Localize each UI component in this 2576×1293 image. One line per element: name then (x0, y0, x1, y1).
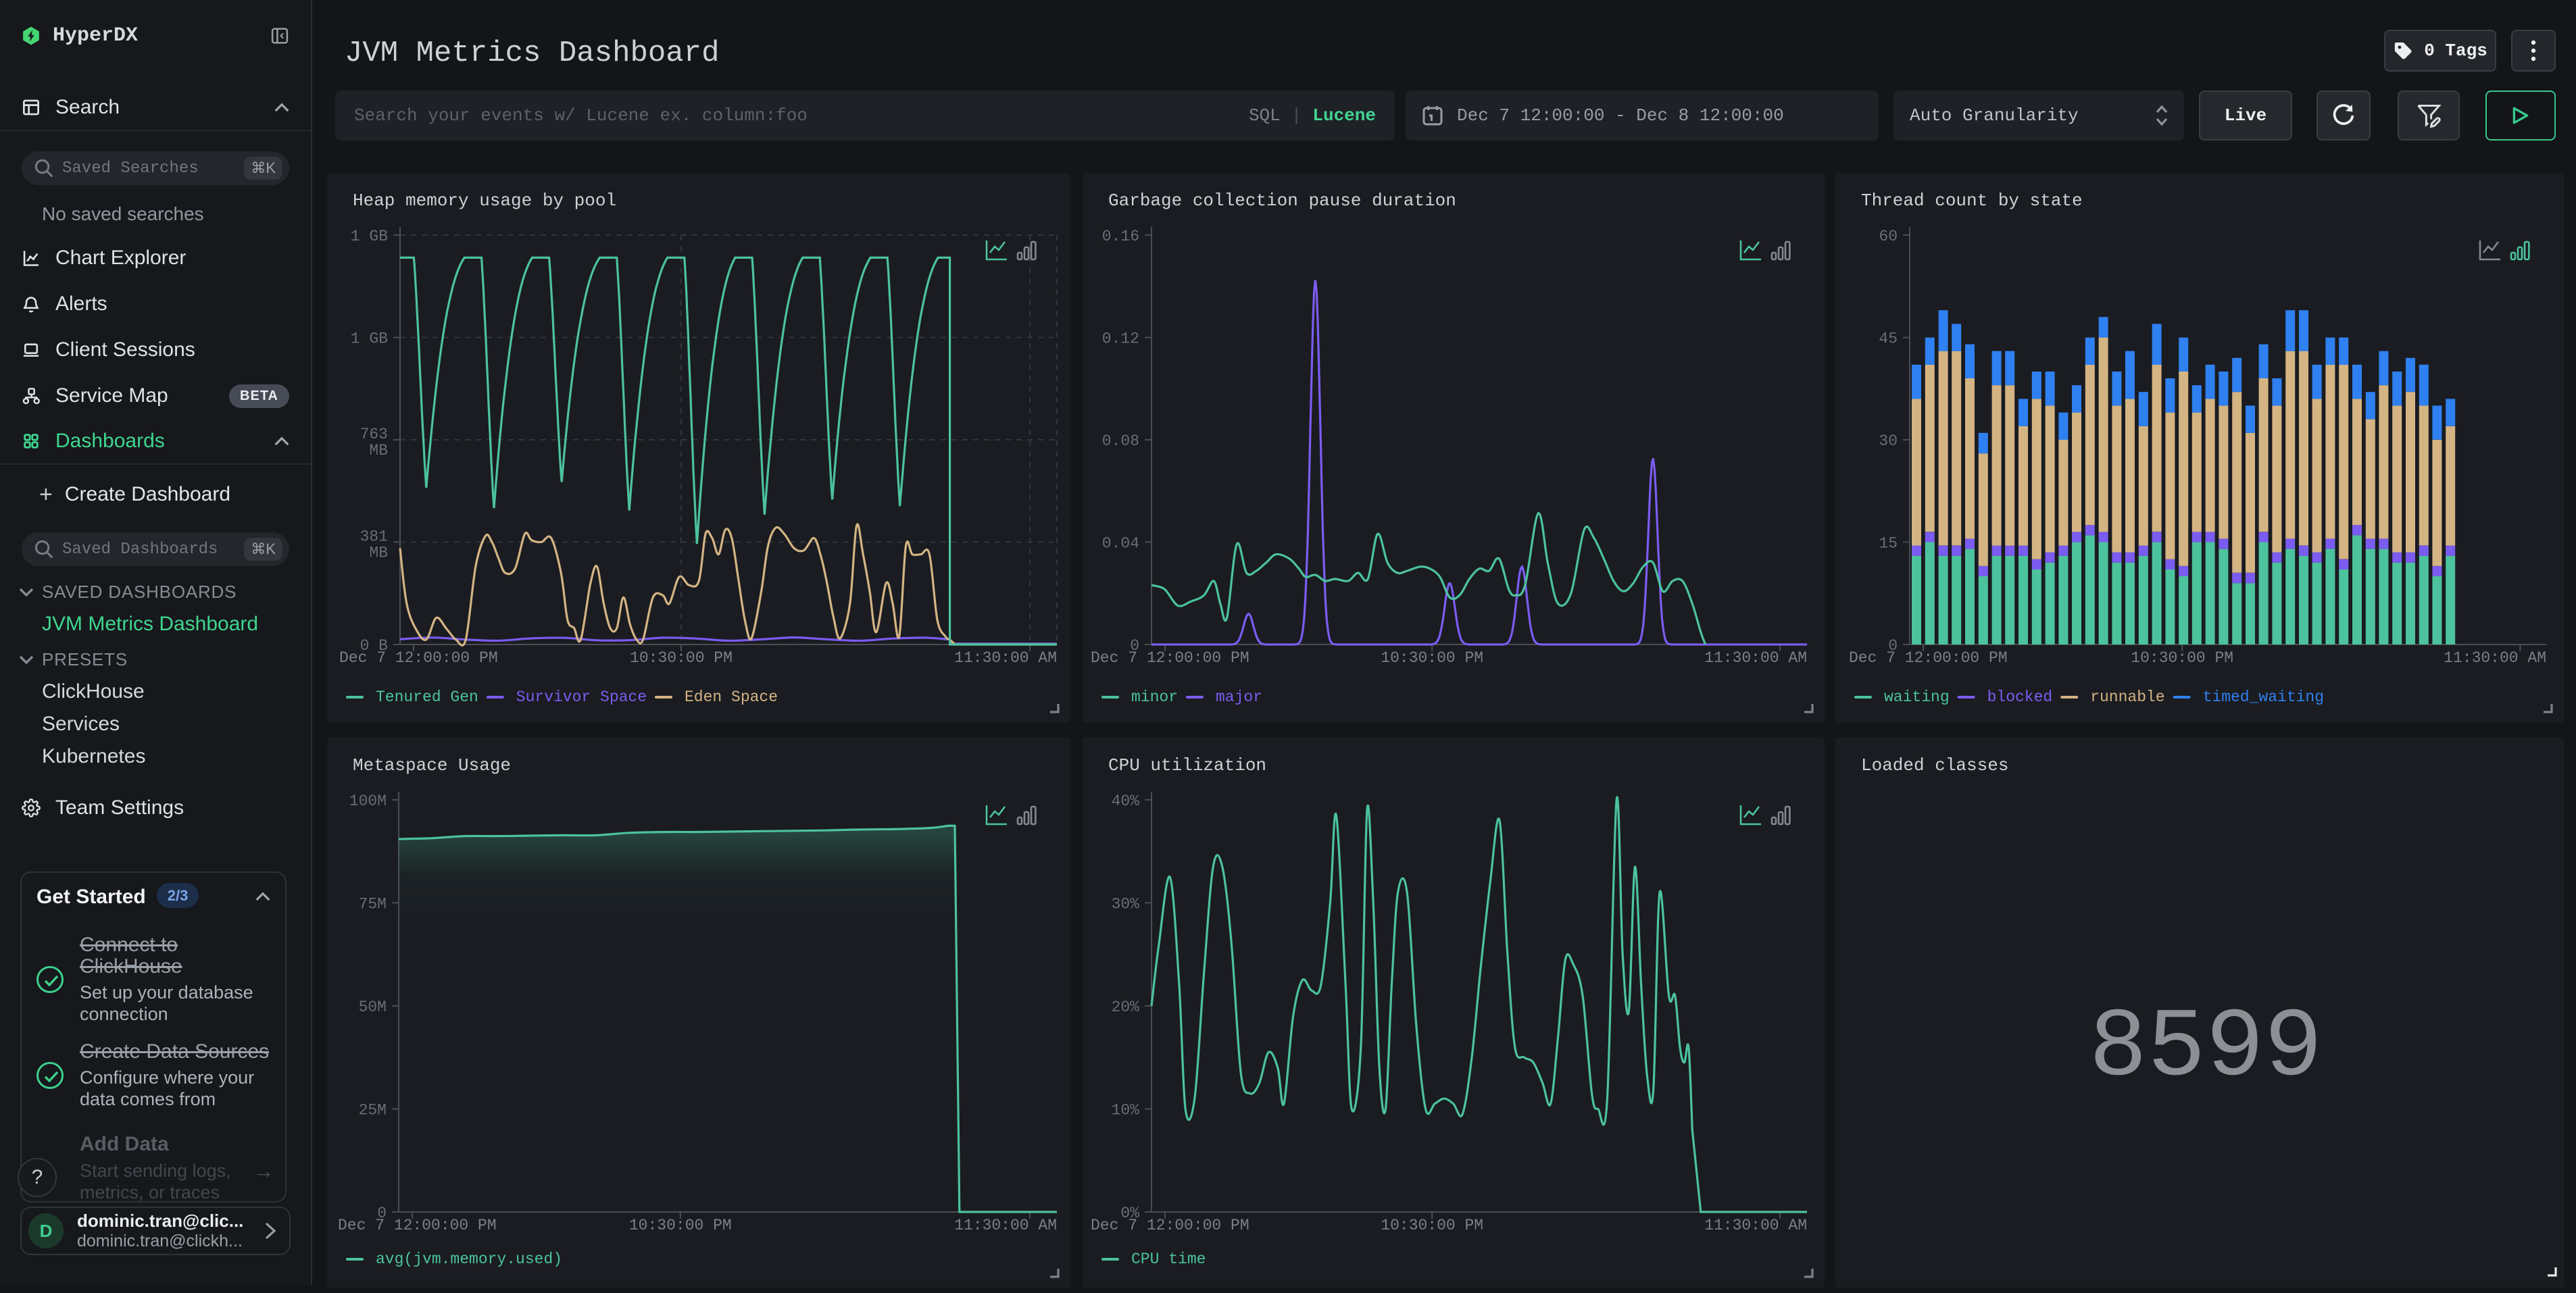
svg-text:MB: MB (369, 544, 388, 561)
svg-text:waiting: waiting (1884, 688, 1950, 706)
svg-text:10:30:00 PM: 10:30:00 PM (630, 649, 733, 667)
svg-text:minor: minor (1131, 688, 1178, 706)
svg-text:10:30:00 PM: 10:30:00 PM (629, 1217, 732, 1234)
svg-text:CPU utilization: CPU utilization (1108, 755, 1266, 776)
svg-text:CPU time: CPU time (1131, 1250, 1206, 1268)
svg-text:40%: 40% (1112, 792, 1140, 810)
svg-text:11:30:00 AM: 11:30:00 AM (2444, 649, 2546, 667)
svg-text:10:30:00 PM: 10:30:00 PM (1381, 649, 1483, 667)
svg-text:11:30:00 AM: 11:30:00 AM (1704, 1217, 1807, 1234)
svg-text:Garbage collection pause durat: Garbage collection pause duration (1108, 191, 1456, 211)
svg-text:381: 381 (360, 528, 388, 545)
svg-text:major: major (1216, 688, 1262, 706)
svg-text:10:30:00 PM: 10:30:00 PM (2131, 649, 2233, 667)
svg-text:Dec 7 12:00:00 PM: Dec 7 12:00:00 PM (339, 649, 498, 667)
svg-text:MB: MB (369, 442, 388, 459)
svg-text:11:30:00 AM: 11:30:00 AM (954, 1217, 1057, 1234)
svg-text:Heap memory usage by pool: Heap memory usage by pool (353, 191, 616, 211)
svg-text:60: 60 (1879, 228, 1898, 245)
svg-text:Loaded classes: Loaded classes (1861, 755, 2008, 776)
svg-text:30: 30 (1879, 432, 1898, 450)
svg-text:1 GB: 1 GB (351, 330, 388, 348)
svg-text:50M: 50M (359, 998, 387, 1016)
svg-text:10:30:00 PM: 10:30:00 PM (1381, 1217, 1483, 1234)
svg-text:Dec 7 12:00:00 PM: Dec 7 12:00:00 PM (1091, 649, 1249, 667)
svg-text:0.04: 0.04 (1102, 534, 1139, 552)
svg-text:100M: 100M (349, 792, 387, 810)
svg-text:Dec 7 12:00:00 PM: Dec 7 12:00:00 PM (338, 1217, 497, 1234)
svg-text:avg(jvm.memory.used): avg(jvm.memory.used) (376, 1250, 562, 1268)
svg-text:15: 15 (1879, 534, 1898, 552)
svg-text:Dec 7 12:00:00 PM: Dec 7 12:00:00 PM (1849, 649, 2008, 667)
svg-text:Thread count by state: Thread count by state (1861, 191, 2083, 211)
svg-text:763: 763 (360, 426, 388, 443)
svg-text:10%: 10% (1112, 1102, 1140, 1119)
svg-text:runnable: runnable (2090, 688, 2164, 706)
svg-text:Survivor Space: Survivor Space (516, 688, 647, 706)
svg-text:Metaspace Usage: Metaspace Usage (353, 755, 511, 776)
svg-text:blocked: blocked (1987, 688, 2053, 706)
svg-text:75M: 75M (359, 895, 387, 913)
svg-text:0.08: 0.08 (1102, 432, 1139, 450)
svg-text:25M: 25M (359, 1102, 387, 1119)
svg-text:timed_waiting: timed_waiting (2203, 688, 2324, 706)
svg-text:45: 45 (1879, 330, 1898, 348)
svg-text:Tenured Gen: Tenured Gen (376, 688, 478, 706)
svg-text:Dec 7 12:00:00 PM: Dec 7 12:00:00 PM (1091, 1217, 1249, 1234)
svg-text:30%: 30% (1112, 895, 1140, 913)
svg-text:8599: 8599 (2089, 994, 2323, 1104)
svg-text:11:30:00 AM: 11:30:00 AM (1704, 649, 1807, 667)
svg-text:1 GB: 1 GB (351, 228, 388, 245)
svg-text:Eden Space: Eden Space (685, 688, 778, 706)
svg-text:11:30:00 AM: 11:30:00 AM (954, 649, 1057, 667)
svg-text:20%: 20% (1112, 998, 1140, 1016)
svg-text:0.16: 0.16 (1102, 228, 1139, 245)
svg-text:0.12: 0.12 (1102, 330, 1139, 348)
